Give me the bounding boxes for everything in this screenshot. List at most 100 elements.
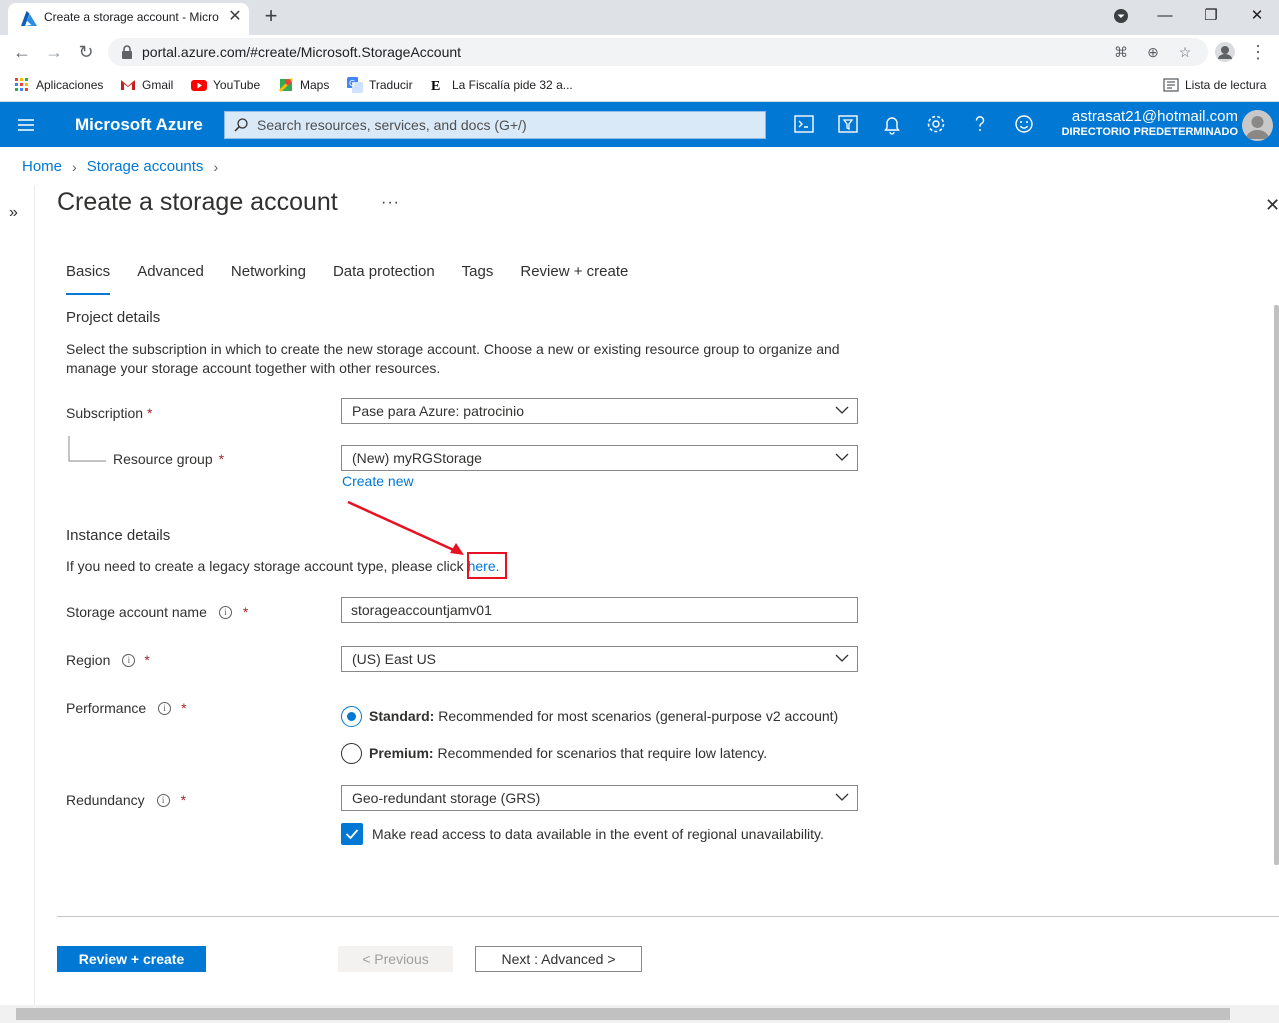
performance-premium-radio[interactable] bbox=[341, 743, 362, 764]
review-create-button[interactable]: Review + create bbox=[57, 946, 206, 972]
youtube-icon bbox=[191, 80, 207, 91]
bookmark-maps[interactable]: Maps bbox=[278, 76, 329, 94]
region-label-text: Region bbox=[66, 652, 111, 668]
subscription-label-text: Subscription bbox=[66, 405, 144, 421]
account-info[interactable]: astrasat21@hotmail.com DIRECTORIO PREDET… bbox=[1060, 108, 1238, 138]
reload-icon[interactable]: ↻ bbox=[73, 39, 99, 65]
vertical-scrollbar[interactable] bbox=[1274, 305, 1279, 865]
subscription-value: Pase para Azure: patrocinio bbox=[352, 403, 524, 419]
performance-standard-radio[interactable] bbox=[341, 706, 362, 727]
info-icon[interactable]: i bbox=[218, 605, 232, 619]
address-bar[interactable]: portal.azure.com/#create/Microsoft.Stora… bbox=[108, 38, 1208, 66]
new-tab-icon[interactable]: + bbox=[260, 5, 282, 27]
premium-description: Recommended for scenarios that require l… bbox=[433, 745, 768, 761]
resource-group-dropdown[interactable]: (New) myRGStorage bbox=[341, 445, 858, 471]
checkmark-icon bbox=[345, 829, 359, 840]
reading-list[interactable]: Lista de lectura bbox=[1163, 76, 1266, 94]
tab-tags[interactable]: Tags bbox=[462, 263, 494, 295]
expand-sidebar-icon[interactable]: » bbox=[9, 204, 18, 222]
user-avatar[interactable] bbox=[1242, 110, 1273, 141]
next-advanced-button[interactable]: Next : Advanced > bbox=[475, 946, 642, 972]
redundancy-dropdown[interactable]: Geo-redundant storage (GRS) bbox=[341, 785, 858, 811]
info-icon[interactable]: i bbox=[122, 653, 136, 667]
tab-close-icon[interactable]: ✕ bbox=[225, 7, 245, 27]
breadcrumb-storage-accounts[interactable]: Storage accounts bbox=[87, 158, 204, 175]
help-icon[interactable] bbox=[968, 112, 992, 136]
svg-text:E: E bbox=[431, 79, 440, 93]
tree-connector bbox=[68, 436, 106, 462]
translate-page-icon[interactable]: ⌘ bbox=[1111, 42, 1131, 62]
region-dropdown[interactable]: (US) East US bbox=[341, 646, 858, 672]
browser-menu-icon[interactable]: ⋮ bbox=[1245, 39, 1271, 65]
bookmark-gmail[interactable]: Gmail bbox=[120, 76, 173, 94]
tab-review-create[interactable]: Review + create bbox=[520, 263, 628, 295]
chevron-right-icon: › bbox=[72, 158, 77, 175]
account-directory: DIRECTORIO PREDETERMINADO bbox=[1061, 126, 1238, 138]
tab-basics[interactable]: Basics bbox=[66, 263, 111, 295]
cloud-shell-icon[interactable] bbox=[792, 112, 816, 136]
back-icon[interactable]: ← bbox=[9, 39, 35, 65]
required-asterisk: * bbox=[218, 451, 225, 467]
tab-data-protection[interactable]: Data protection bbox=[333, 263, 435, 295]
feedback-smiley-icon[interactable] bbox=[1012, 112, 1036, 136]
performance-premium-label[interactable]: Premium: Recommended for scenarios that … bbox=[369, 745, 767, 761]
svg-text:G: G bbox=[349, 79, 355, 88]
annotation-arrow bbox=[347, 500, 464, 555]
browser-tab[interactable]: Create a storage account - Micro ✕ bbox=[8, 3, 249, 35]
footer-divider bbox=[57, 916, 1279, 917]
zoom-icon[interactable]: ⊕ bbox=[1143, 42, 1163, 62]
hamburger-menu-icon[interactable] bbox=[16, 115, 36, 135]
required-asterisk: * bbox=[242, 604, 249, 620]
close-blade-icon[interactable]: ✕ bbox=[1265, 195, 1279, 216]
performance-standard-label[interactable]: Standard: Recommended for most scenarios… bbox=[369, 708, 838, 724]
performance-label-text: Performance bbox=[66, 700, 147, 716]
previous-button[interactable]: < Previous bbox=[338, 946, 453, 972]
bookmark-la-fiscalia[interactable]: E La Fiscalía pide 32 a... bbox=[430, 76, 573, 94]
tab-advanced[interactable]: Advanced bbox=[137, 263, 204, 295]
url-text: portal.azure.com/#create/Microsoft.Stora… bbox=[142, 44, 462, 60]
read-access-label[interactable]: Make read access to data available in th… bbox=[372, 826, 824, 842]
minimize-icon[interactable]: — bbox=[1153, 4, 1177, 28]
window-close-icon[interactable]: ✕ bbox=[1245, 4, 1269, 28]
project-details-heading-text: Project details bbox=[66, 309, 161, 325]
required-asterisk: * bbox=[147, 405, 153, 421]
bookmark-star-icon[interactable]: ☆ bbox=[1175, 42, 1195, 62]
subscription-dropdown[interactable]: Pase para Azure: patrocinio bbox=[341, 398, 858, 424]
more-options-icon[interactable]: ··· bbox=[381, 194, 400, 212]
chevron-down-icon bbox=[835, 453, 849, 461]
standard-description: Recommended for most scenarios (general-… bbox=[434, 708, 839, 724]
search-input[interactable] bbox=[257, 115, 757, 135]
redundancy-value: Geo-redundant storage (GRS) bbox=[352, 790, 541, 806]
resource-group-label: Resource group * bbox=[113, 451, 224, 467]
create-new-link[interactable]: Create new bbox=[342, 473, 414, 489]
storage-account-name-input[interactable] bbox=[342, 598, 857, 622]
horizontal-scrollbar-thumb[interactable] bbox=[16, 1008, 1230, 1020]
restore-icon[interactable]: ❐ bbox=[1199, 4, 1223, 28]
directory-filter-icon[interactable] bbox=[836, 112, 860, 136]
region-label: Region i * bbox=[66, 652, 150, 668]
project-details-description: Select the subscription in which to crea… bbox=[66, 340, 840, 378]
storage-account-name-field[interactable] bbox=[341, 597, 858, 623]
blade-left-border bbox=[34, 185, 35, 1005]
chevron-right-icon: › bbox=[213, 158, 219, 175]
bookmark-traducir[interactable]: G Traducir bbox=[347, 76, 413, 94]
info-icon[interactable]: i bbox=[156, 793, 170, 807]
tab-networking[interactable]: Networking bbox=[231, 263, 306, 295]
chevron-down-icon bbox=[835, 406, 849, 414]
breadcrumb-home[interactable]: Home bbox=[22, 158, 62, 175]
bookmark-youtube[interactable]: YouTube bbox=[191, 76, 260, 94]
profile-menu-icon[interactable] bbox=[1109, 4, 1133, 28]
chevron-down-icon bbox=[835, 793, 849, 801]
horizontal-scrollbar[interactable] bbox=[0, 1005, 1279, 1023]
info-icon[interactable]: i bbox=[158, 701, 172, 715]
bookmark-aplicaciones[interactable]: Aplicaciones bbox=[14, 76, 103, 94]
forward-icon[interactable]: → bbox=[41, 39, 67, 65]
notifications-bell-icon[interactable] bbox=[880, 112, 904, 136]
read-access-checkbox[interactable] bbox=[341, 823, 363, 845]
settings-gear-icon[interactable] bbox=[924, 112, 948, 136]
global-search[interactable] bbox=[224, 111, 766, 139]
el-pais-icon: E bbox=[431, 79, 440, 93]
azure-brand[interactable]: Microsoft Azure bbox=[75, 115, 203, 135]
reading-list-label: Lista de lectura bbox=[1185, 78, 1267, 92]
account-avatar-icon[interactable] bbox=[1212, 39, 1238, 65]
